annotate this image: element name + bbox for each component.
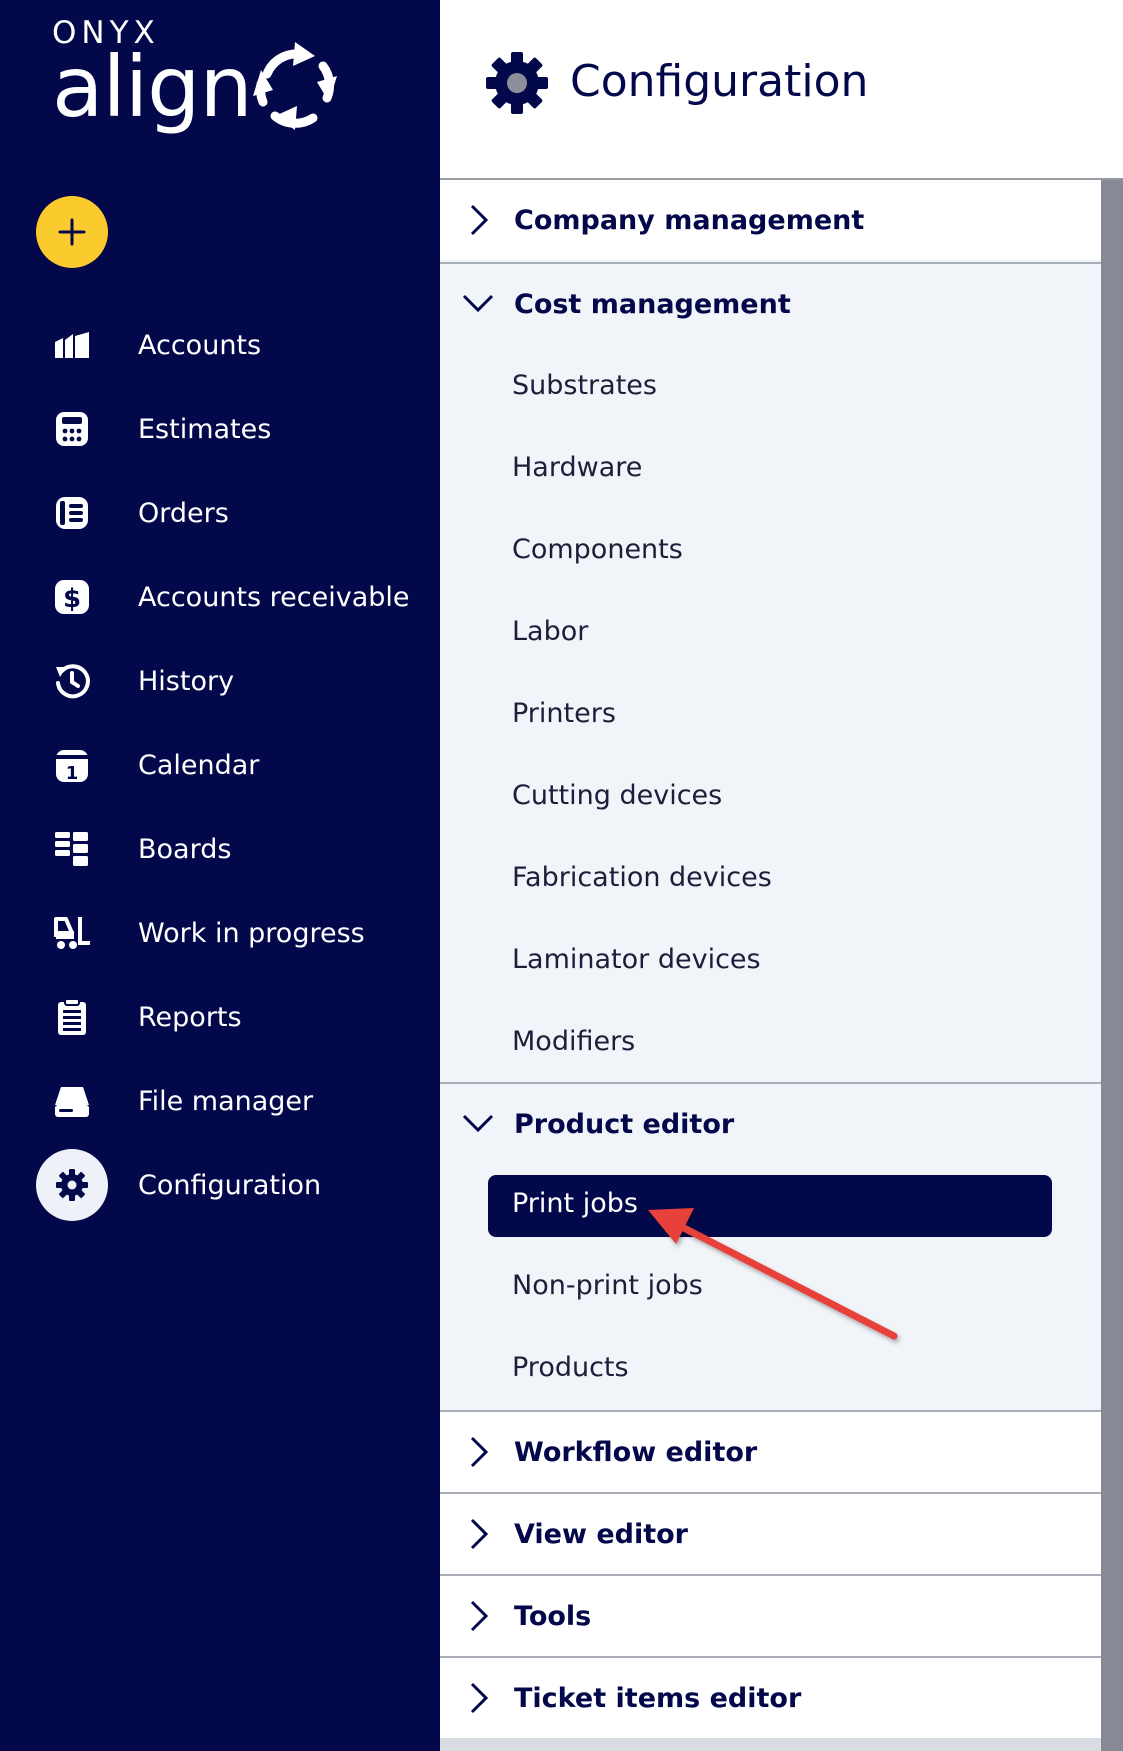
sidebar-item-configuration[interactable]: Configuration — [0, 1149, 440, 1221]
sidebar-item-label: Calendar — [138, 749, 260, 781]
forklift-icon — [36, 897, 108, 969]
section-title: Workflow editor — [514, 1436, 758, 1468]
config-item-fabrication-devices[interactable]: Fabrication devices — [512, 862, 772, 893]
config-item-products[interactable]: Products — [512, 1352, 629, 1383]
history-icon — [36, 645, 108, 717]
sidebar: ONYX align Accounts Estimates Orders $ A… — [0, 0, 440, 1751]
calendar-icon: 1 — [36, 729, 108, 801]
config-item-laminator-devices[interactable]: Laminator devices — [512, 944, 761, 975]
section-ticket-items-editor[interactable]: Ticket items editor — [440, 1658, 1101, 1738]
onyx-align-logo[interactable]: ONYX align — [52, 18, 253, 136]
orders-icon — [36, 477, 108, 549]
page-title: Configuration — [570, 56, 869, 107]
sidebar-item-history[interactable]: History — [0, 646, 440, 716]
sidebar-item-label: Estimates — [138, 413, 272, 445]
chevron-down-icon — [462, 294, 494, 313]
sidebar-item-label: File manager — [138, 1085, 314, 1117]
config-item-labor[interactable]: Labor — [512, 616, 588, 647]
sidebar-item-accounts-receivable[interactable]: $ Accounts receivable — [0, 562, 440, 632]
page-header: Configuration — [440, 0, 1123, 180]
section-title: Ticket items editor — [514, 1682, 802, 1714]
plus-icon — [58, 218, 86, 246]
svg-text:1: 1 — [66, 763, 79, 784]
section-tools[interactable]: Tools — [440, 1576, 1101, 1656]
configuration-panel: Company management Cost management Subst… — [440, 180, 1101, 1751]
sidebar-item-label: History — [138, 665, 235, 697]
sidebar-item-label: Accounts — [138, 329, 262, 361]
section-view-editor[interactable]: View editor — [440, 1494, 1101, 1574]
section-title: Company management — [514, 204, 865, 236]
chevron-down-icon — [462, 1114, 494, 1133]
section-product-editor[interactable]: Product editor — [440, 1084, 1101, 1164]
sidebar-item-label: Work in progress — [138, 917, 365, 949]
sidebar-item-label: Accounts receivable — [138, 581, 410, 613]
divider — [440, 1738, 1101, 1751]
add-button[interactable] — [36, 196, 108, 268]
section-company-management[interactable]: Company management — [440, 180, 1101, 260]
svg-text:$: $ — [63, 584, 81, 614]
sidebar-item-reports[interactable]: Reports — [0, 982, 440, 1052]
sidebar-item-label: Reports — [138, 1001, 242, 1033]
config-item-modifiers[interactable]: Modifiers — [512, 1026, 635, 1057]
chevron-right-icon — [470, 1682, 489, 1714]
align-cycle-logo-icon — [253, 42, 337, 130]
sidebar-item-label: Configuration — [138, 1169, 322, 1201]
sidebar-item-boards[interactable]: Boards — [0, 814, 440, 884]
section-title: View editor — [514, 1518, 688, 1550]
config-item-cutting-devices[interactable]: Cutting devices — [512, 780, 722, 811]
accounts-icon — [36, 309, 108, 381]
chevron-right-icon — [470, 204, 489, 236]
sidebar-item-work-in-progress[interactable]: Work in progress — [0, 898, 440, 968]
chevron-right-icon — [470, 1436, 489, 1468]
config-item-substrates[interactable]: Substrates — [512, 370, 657, 401]
sidebar-item-label: Boards — [138, 833, 232, 865]
config-item-printers[interactable]: Printers — [512, 698, 616, 729]
config-item-print-jobs-selected[interactable]: Print jobs — [488, 1175, 1052, 1237]
clipboard-icon — [36, 981, 108, 1053]
section-workflow-editor[interactable]: Workflow editor — [440, 1412, 1101, 1492]
sidebar-item-label: Orders — [138, 497, 229, 529]
section-cost-management[interactable]: Cost management — [440, 264, 1101, 344]
config-item-non-print-jobs[interactable]: Non-print jobs — [512, 1270, 703, 1301]
sidebar-item-accounts[interactable]: Accounts — [0, 310, 440, 380]
gear-icon — [486, 52, 548, 114]
chevron-right-icon — [470, 1600, 489, 1632]
chevron-right-icon — [470, 1518, 489, 1550]
section-title: Product editor — [514, 1108, 735, 1140]
section-title: Tools — [514, 1600, 592, 1632]
scrollbar[interactable] — [1101, 180, 1123, 1751]
config-item-components[interactable]: Components — [512, 534, 683, 565]
boards-icon — [36, 813, 108, 885]
config-item-hardware[interactable]: Hardware — [512, 452, 642, 483]
logo-align-text: align — [52, 38, 253, 136]
sidebar-item-file-manager[interactable]: File manager — [0, 1066, 440, 1136]
sidebar-item-calendar[interactable]: 1 Calendar — [0, 730, 440, 800]
config-item-label: Print jobs — [512, 1188, 638, 1219]
sidebar-item-orders[interactable]: Orders — [0, 478, 440, 548]
dollar-icon: $ — [36, 561, 108, 633]
section-title: Cost management — [514, 288, 791, 320]
drive-icon — [36, 1065, 108, 1137]
sidebar-item-estimates[interactable]: Estimates — [0, 394, 440, 464]
calculator-icon — [36, 393, 108, 465]
gear-icon — [36, 1149, 108, 1221]
